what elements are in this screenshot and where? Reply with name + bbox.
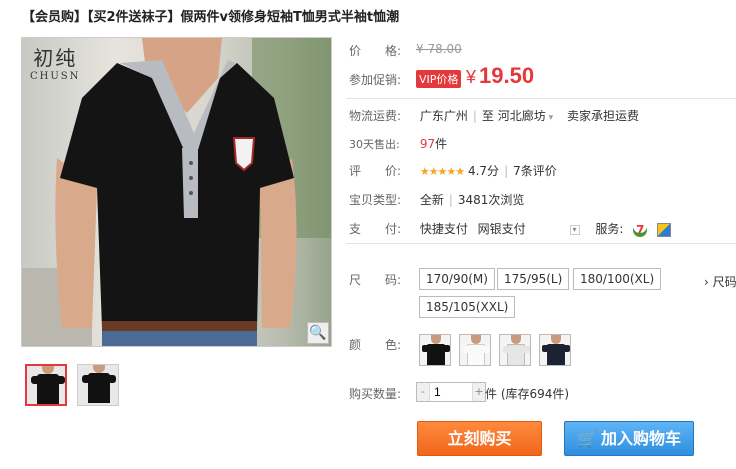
sales-row: 30天售出: 97件: [349, 135, 447, 152]
swatch-head: [511, 335, 521, 344]
promo-row: 参加促销:: [349, 71, 416, 88]
color-label: 颜 色:: [349, 338, 402, 352]
model-illustration: [22, 38, 331, 346]
brand-logo-en: CHUSN: [30, 71, 81, 82]
size-label: 尺 码:: [349, 273, 402, 287]
color-swatch-white[interactable]: [459, 334, 491, 366]
rating-row: 评 价: ★★★★★ 4.7分 | 7条评价: [349, 162, 557, 179]
rating-label: 评 价:: [349, 164, 402, 178]
cart-icon: 🛒: [577, 429, 597, 448]
rating-stars-icon: ★★★★★: [419, 165, 465, 178]
ship-from[interactable]: 广东广州: [420, 109, 468, 123]
seven-day-return-icon[interactable]: 7: [633, 222, 648, 237]
current-price-value: 19.50: [479, 63, 535, 88]
quantity-stepper[interactable]: - +: [416, 382, 486, 402]
shipping-note: 卖家承担运费: [566, 109, 639, 123]
view-count: 3481次浏览: [457, 193, 525, 207]
current-price: ¥19.50: [466, 63, 534, 89]
zoom-icon[interactable]: 🔍: [307, 322, 329, 344]
color-swatch-navy[interactable]: [539, 334, 571, 366]
thumbnail-2[interactable]: [77, 364, 119, 406]
swatch-head: [551, 335, 561, 344]
swatch-shirt: [503, 344, 530, 365]
swatch-shirt: [463, 344, 490, 365]
divider: [346, 98, 736, 99]
sales-label: 30天售出:: [349, 138, 400, 151]
payment-method-bank[interactable]: 网银支付: [478, 222, 526, 236]
thumbnail-shirt: [31, 374, 65, 404]
thumbnail-shirt: [82, 373, 116, 403]
quantity-minus-button[interactable]: -: [417, 383, 429, 401]
thumbnail-head: [93, 365, 105, 373]
currency-symbol: ¥: [466, 67, 477, 87]
color-row: 颜 色:: [349, 336, 416, 353]
shipping-row: 物流运费: 广东广州 | 至 河北廊坊 ▾ 卖家承担运费: [349, 107, 639, 124]
service-label: 服务:: [595, 222, 624, 236]
ship-to-prefix: 至: [481, 109, 494, 123]
thumbnail-1[interactable]: [25, 364, 67, 406]
rating-score: 4.7分: [467, 164, 500, 178]
add-to-cart-label: 加入购物车: [600, 429, 681, 448]
guarantee-icon[interactable]: [657, 222, 672, 237]
shipping-label: 物流运费:: [349, 109, 402, 123]
sales-count: 97: [419, 137, 436, 151]
vip-price-badge: VIP价格: [416, 70, 462, 88]
chevron-down-icon[interactable]: ▾: [546, 113, 554, 123]
size-row: 尺 码:: [349, 271, 416, 288]
product-type-value: 全新: [419, 193, 444, 207]
separator: |: [472, 109, 477, 123]
separator: |: [504, 164, 509, 178]
swatch-shirt: [542, 344, 570, 365]
buy-now-button[interactable]: 立刻购买: [417, 421, 542, 456]
sales-unit: 件: [435, 137, 448, 151]
size-option-m[interactable]: 170/90(M): [419, 268, 495, 290]
size-option-l[interactable]: 175/95(L): [497, 268, 570, 290]
price-label: 价 格:: [349, 44, 402, 58]
price-row: 价 格:: [349, 42, 416, 59]
quantity-input[interactable]: [429, 383, 473, 401]
add-to-cart-button[interactable]: 🛒 加入购物车: [564, 421, 694, 456]
product-type-row: 宝贝类型: 全新 | 3481次浏览: [349, 191, 524, 208]
color-swatch-light[interactable]: [499, 334, 531, 366]
swatch-shirt: [422, 344, 450, 365]
color-swatch-black[interactable]: [419, 334, 451, 366]
brand-logo-cn: 初纯: [33, 46, 78, 70]
product-title: 【会员购】【买2件送袜子】假两件v领修身短袖T恤男式半袖t恤潮: [22, 10, 400, 25]
payment-label: 支 付:: [349, 222, 402, 236]
quantity-label: 购买数量:: [349, 387, 402, 401]
quantity-row: 购买数量:: [349, 385, 416, 402]
swatch-head: [471, 335, 481, 344]
payment-method-quick[interactable]: 快捷支付: [420, 222, 468, 236]
size-option-xl[interactable]: 180/100(XL): [573, 268, 662, 290]
ship-to-dropdown[interactable]: 河北廊坊: [498, 109, 546, 123]
payment-row: 支 付: 快捷支付 网银支付 ▾ 服务: 7: [349, 220, 672, 237]
quantity-plus-button[interactable]: +: [473, 383, 485, 401]
original-price: ¥ 78.00: [416, 42, 462, 56]
separator: |: [448, 193, 453, 207]
reviews-link[interactable]: 7条评价: [513, 164, 557, 178]
stock-info: 件 (库存694件): [485, 387, 570, 401]
promo-label: 参加促销:: [349, 73, 402, 87]
brand-logo: 初纯 CHUSN: [30, 42, 80, 82]
main-product-image[interactable]: 初纯 CHUSN 🔍: [21, 37, 332, 347]
size-option-xxl[interactable]: 185/105(XXL): [419, 296, 516, 318]
swatch-head: [431, 335, 441, 344]
thumbnail-head: [42, 366, 54, 374]
product-type-label: 宝贝类型:: [349, 193, 402, 207]
size-chart-link[interactable]: › 尺码: [704, 273, 736, 290]
divider: [346, 243, 736, 244]
payment-dropdown-icon[interactable]: ▾: [569, 224, 580, 235]
